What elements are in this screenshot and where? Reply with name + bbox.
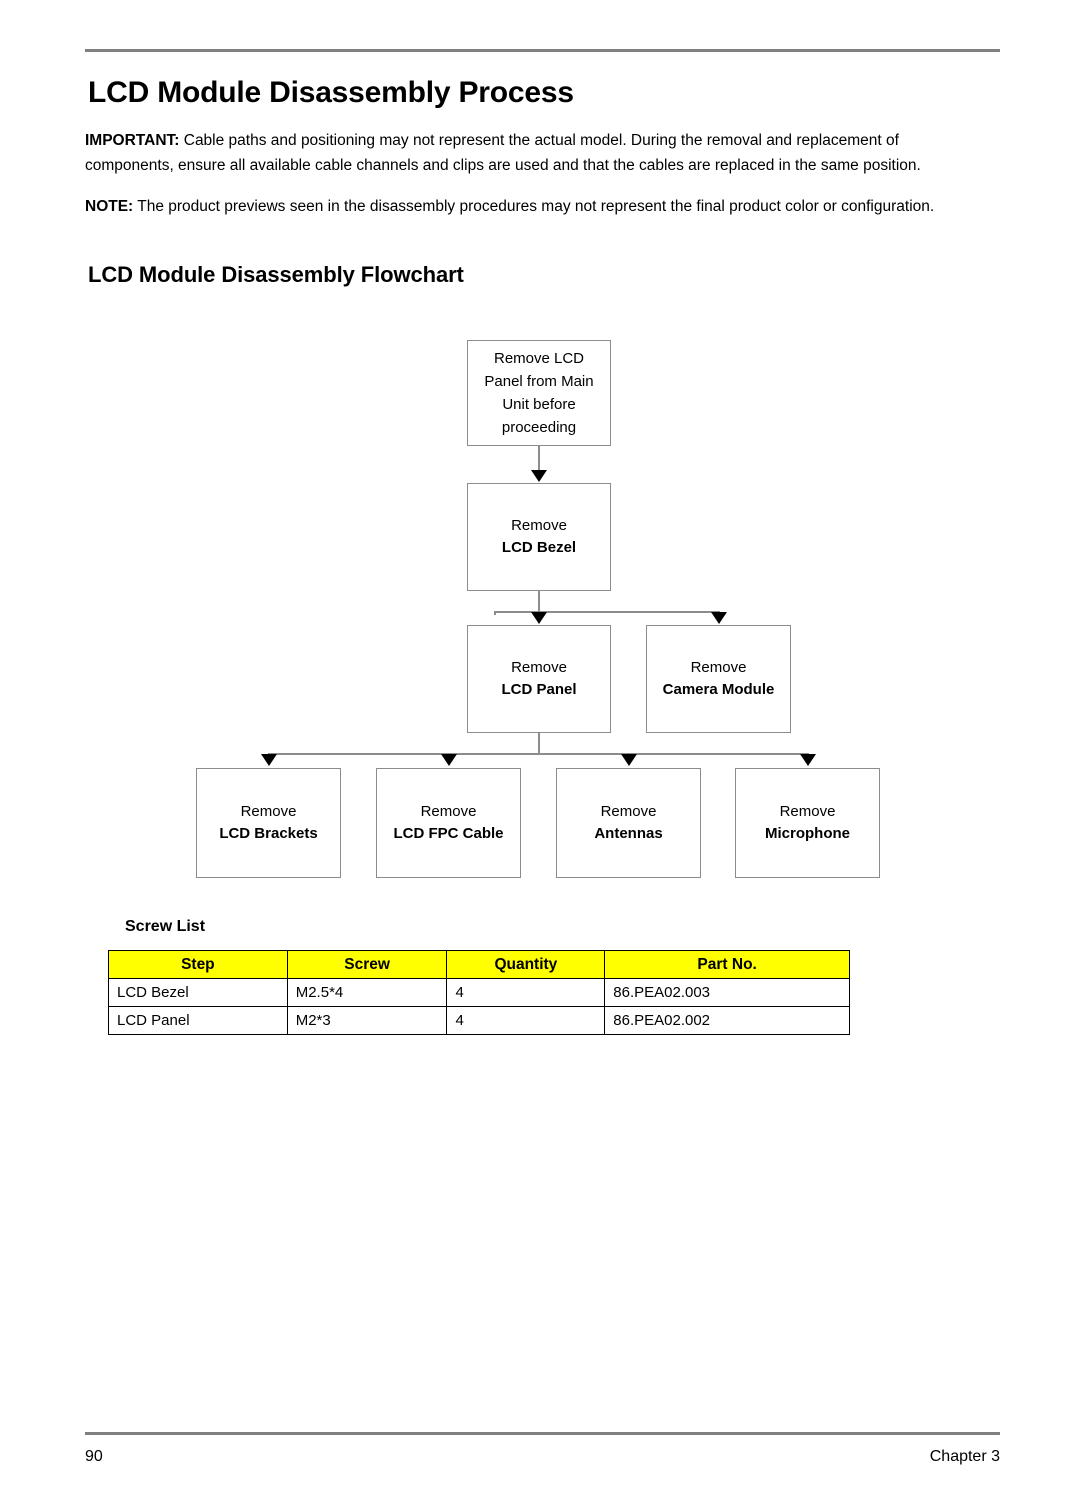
column-header-part-no: Part No. [604, 950, 850, 979]
table-row: LCD Panel M2*3 4 86.PEA02.002 [108, 1006, 850, 1035]
screw-list-heading: Screw List [125, 918, 206, 935]
column-header-step: Step [108, 950, 288, 979]
cell-quantity: 4 [446, 1006, 606, 1035]
flow-box-lcd-bezel: Remove LCD Bezel [467, 483, 611, 591]
flow-brackets-action: Remove [240, 803, 297, 820]
arrow-into-antennas [621, 754, 637, 766]
flow-microphone-action: Remove [779, 803, 836, 820]
flow-box-lcd-brackets: Remove LCD Brackets [196, 768, 341, 878]
flow-panel-action: Remove [511, 659, 567, 676]
arrow-into-lcd-panel [531, 612, 547, 624]
flow-box-microphone: Remove Microphone [735, 768, 880, 878]
flow-bezel-action: Remove [511, 517, 567, 534]
connector-panel-stem [538, 733, 540, 755]
note-label: NOTE: [85, 198, 134, 215]
flow-start-line2: Panel from Main [484, 373, 594, 390]
flow-fpc-target: LCD FPC Cable [393, 825, 504, 842]
flow-fpc-action: Remove [420, 803, 477, 820]
cell-step: LCD Bezel [108, 978, 288, 1007]
table-row: LCD Bezel M2.5*4 4 86.PEA02.003 [108, 978, 850, 1007]
arrow-into-camera-module [711, 612, 727, 624]
flow-box-antennas: Remove Antennas [556, 768, 701, 878]
connector-bezel-drop-left [494, 611, 496, 615]
flow-panel-target: LCD Panel [501, 681, 577, 698]
note-text: The product previews seen in the disasse… [133, 198, 935, 215]
page-title: LCD Module Disassembly Process [88, 76, 574, 109]
screw-list-table: Step Screw Quantity Part No. LCD Bezel M… [108, 950, 850, 1035]
connector-panel-bus [268, 753, 809, 755]
footer-rule [85, 1432, 1000, 1435]
footer-chapter: Chapter 3 [929, 1448, 1000, 1465]
cell-screw: M2.5*4 [286, 978, 448, 1007]
column-header-quantity: Quantity [446, 950, 606, 979]
flow-antennas-action: Remove [600, 803, 657, 820]
disassembly-flowchart: Remove LCD Panel from Main Unit before p… [0, 0, 1080, 1512]
connector-bezel-bus [494, 611, 720, 613]
flow-start-line3: Unit before [502, 396, 576, 413]
flow-box-lcd-panel: Remove LCD Panel [467, 625, 611, 733]
arrow-into-bezel [531, 470, 547, 482]
connector-bezel-stem [538, 591, 540, 613]
arrow-into-microphone [800, 754, 816, 766]
flow-camera-target: Camera Module [662, 681, 775, 698]
flow-start-line1: Remove LCD [493, 350, 585, 367]
important-label: IMPORTANT: [85, 132, 180, 149]
important-text: Cable paths and positioning may not repr… [85, 132, 921, 174]
flow-bezel-target: LCD Bezel [501, 539, 577, 556]
section-title: LCD Module Disassembly Flowchart [88, 262, 464, 287]
flow-box-camera-module: Remove Camera Module [646, 625, 791, 733]
flow-antennas-target: Antennas [594, 825, 663, 842]
flow-start-line4: proceeding [501, 419, 577, 436]
flow-camera-action: Remove [690, 659, 747, 676]
table-header-row: Step Screw Quantity Part No. [108, 950, 850, 979]
flow-box-start: Remove LCD Panel from Main Unit before p… [467, 340, 611, 446]
cell-screw: M2*3 [286, 1006, 448, 1035]
flow-box-lcd-fpc-cable: Remove LCD FPC Cable [376, 768, 521, 878]
arrow-into-lcd-fpc-cable [441, 754, 457, 766]
cell-quantity: 4 [446, 978, 606, 1007]
arrow-into-lcd-brackets [261, 754, 277, 766]
note-notice: NOTE: The product previews seen in the d… [85, 194, 985, 219]
column-header-screw: Screw [286, 950, 448, 979]
flow-brackets-target: LCD Brackets [219, 825, 318, 842]
connector-start-to-bezel [538, 446, 540, 473]
flow-microphone-target: Microphone [765, 825, 850, 842]
important-notice: IMPORTANT: Cable paths and positioning m… [85, 128, 985, 178]
cell-part-no: 86.PEA02.002 [604, 1006, 850, 1035]
footer-page-number: 90 [85, 1448, 103, 1465]
document-page: LCD Module Disassembly Process IMPORTANT… [0, 0, 1080, 1512]
cell-step: LCD Panel [108, 1006, 288, 1035]
header-rule [85, 49, 1000, 52]
cell-part-no: 86.PEA02.003 [604, 978, 850, 1007]
